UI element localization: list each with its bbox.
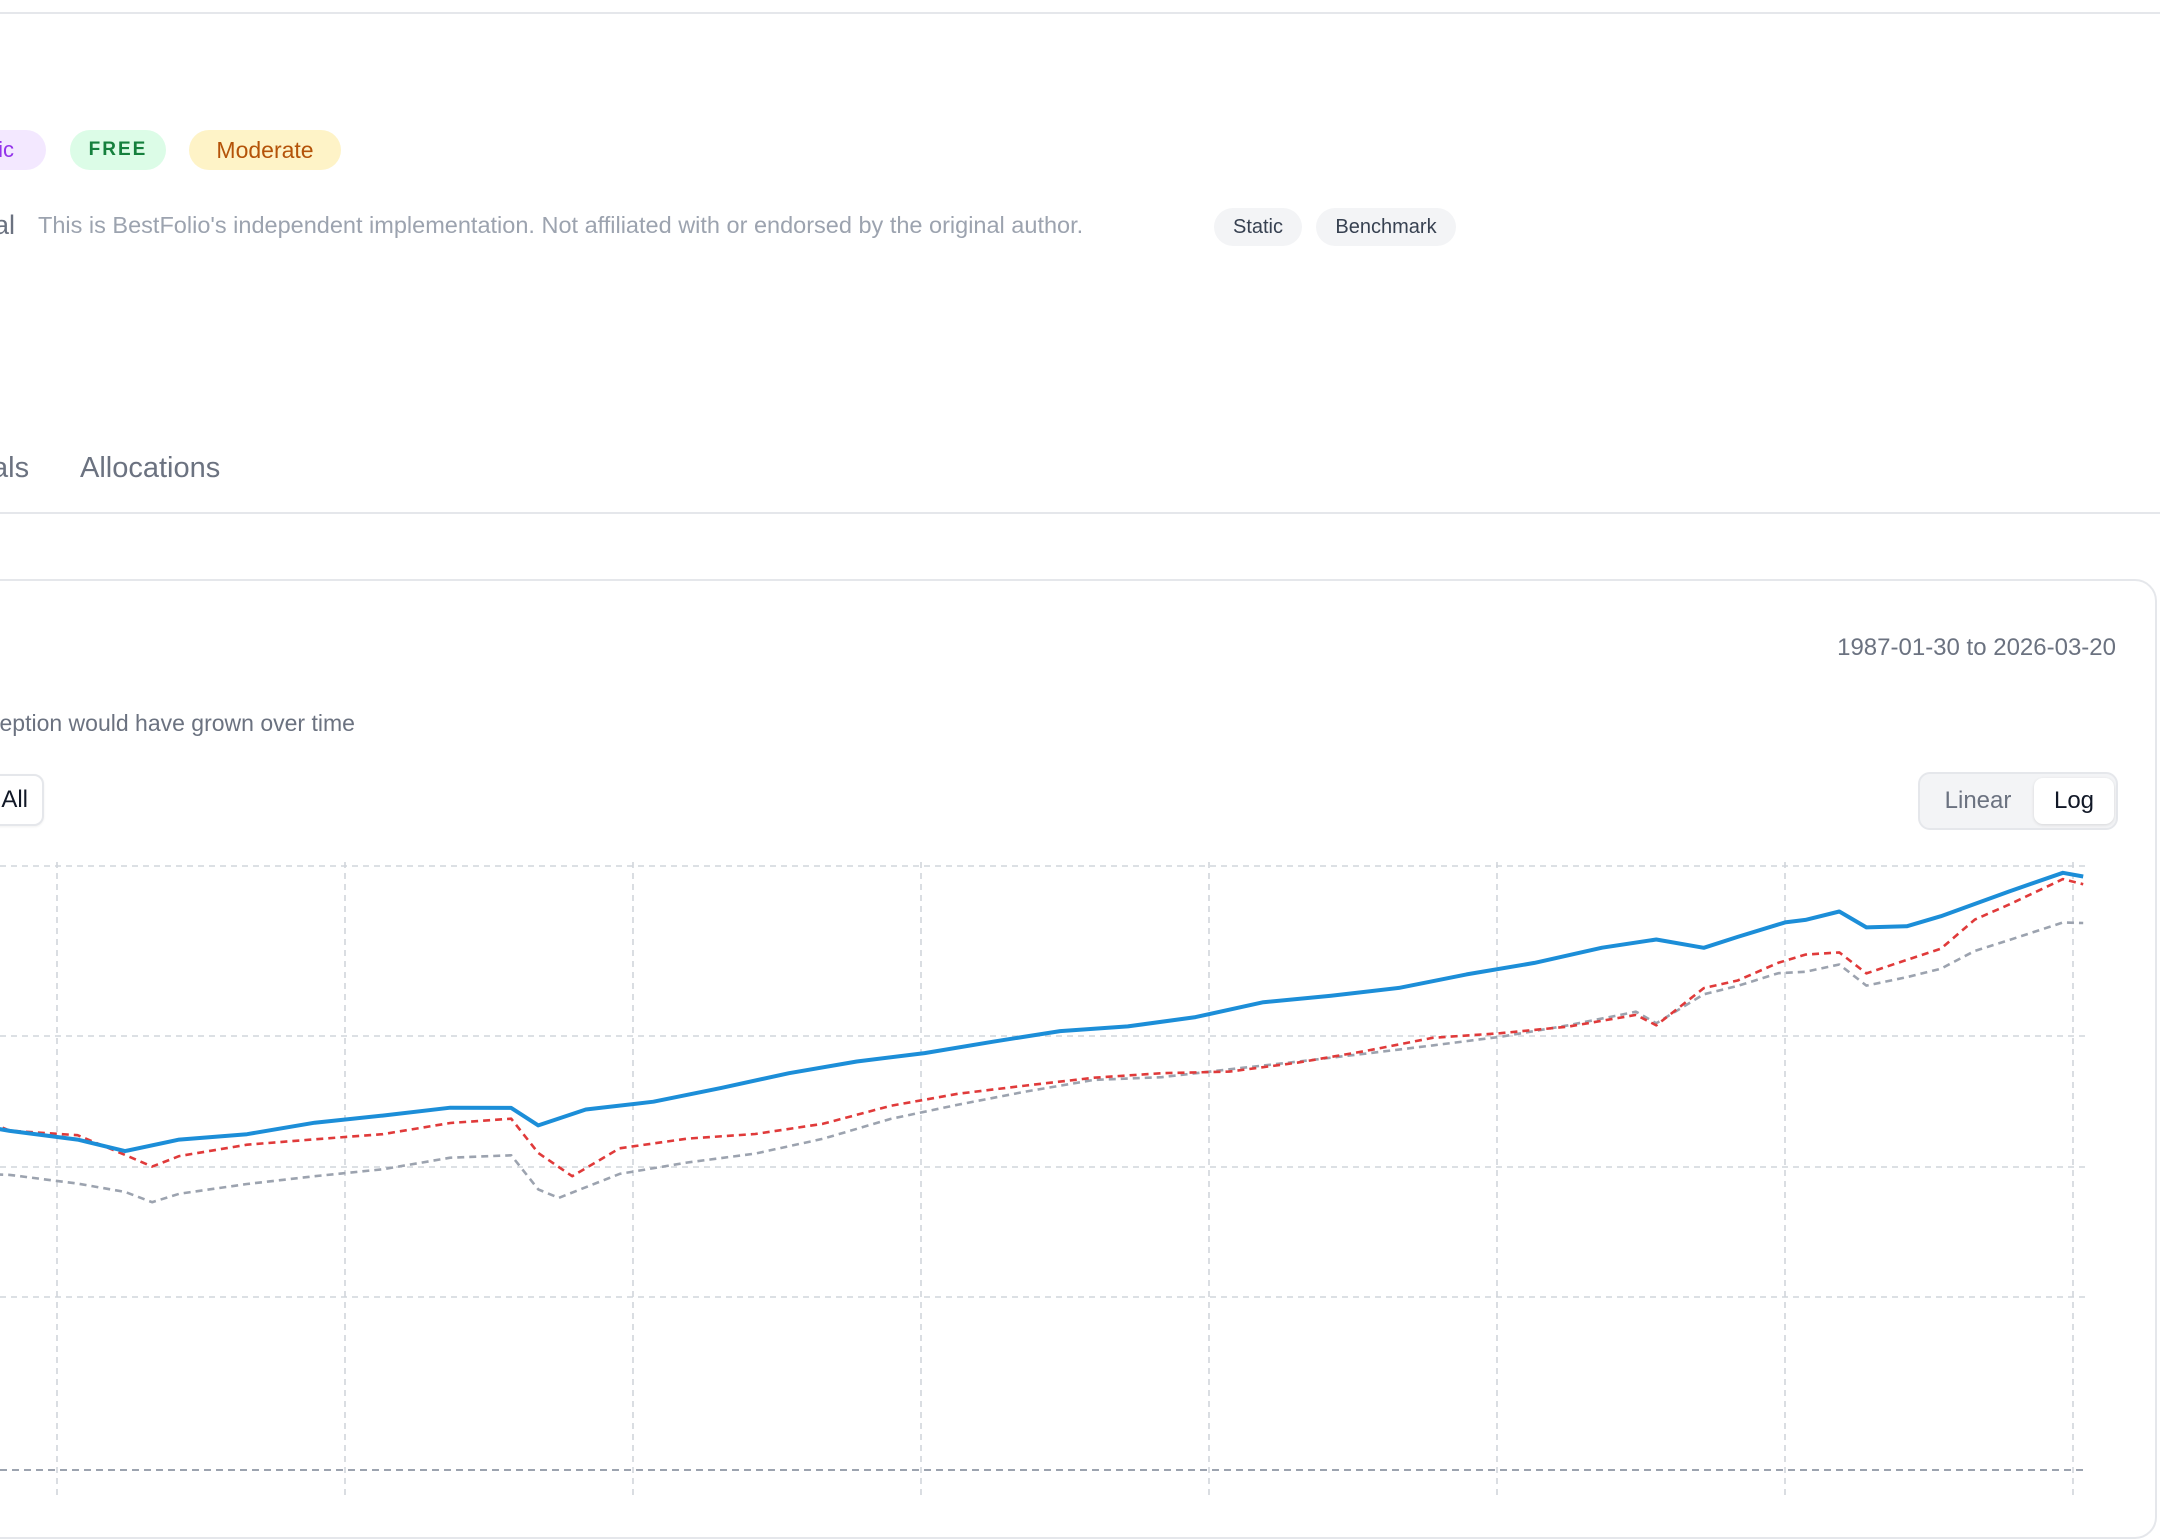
benchmark-tag: Benchmark xyxy=(1316,208,1456,246)
growth-chart xyxy=(0,862,2085,1500)
strategy-type-badge: tic xyxy=(0,130,46,170)
risk-badge: Moderate xyxy=(189,130,341,170)
scale-log-button[interactable]: Log xyxy=(2034,778,2114,824)
benchmark-line xyxy=(0,877,2084,1178)
tab-allocations[interactable]: Allocations xyxy=(80,452,220,485)
static-tag: Static xyxy=(1214,208,1302,246)
header-divider xyxy=(0,12,2160,14)
tabs-divider xyxy=(0,512,2160,514)
disclaimer-text: This is BestFolio's independent implemen… xyxy=(38,212,1084,238)
chart-series xyxy=(0,870,2084,1204)
scale-toggle: Linear Log xyxy=(1918,772,2118,830)
range-all-button[interactable]: All xyxy=(0,774,44,826)
portfolio-line xyxy=(0,870,2084,1154)
chart-grid xyxy=(0,862,2085,1500)
scale-linear-button[interactable]: Linear xyxy=(1926,778,2030,824)
disclaimer-lead-text: al xyxy=(0,210,16,240)
chart-subtitle: ception would have grown over time xyxy=(0,710,355,736)
free-badge: FREE xyxy=(70,130,166,170)
tab-previous[interactable]: als xyxy=(0,452,29,485)
comparison-line xyxy=(0,921,2084,1204)
date-range: 1987-01-30 to 2026-03-20 xyxy=(1837,634,2116,661)
